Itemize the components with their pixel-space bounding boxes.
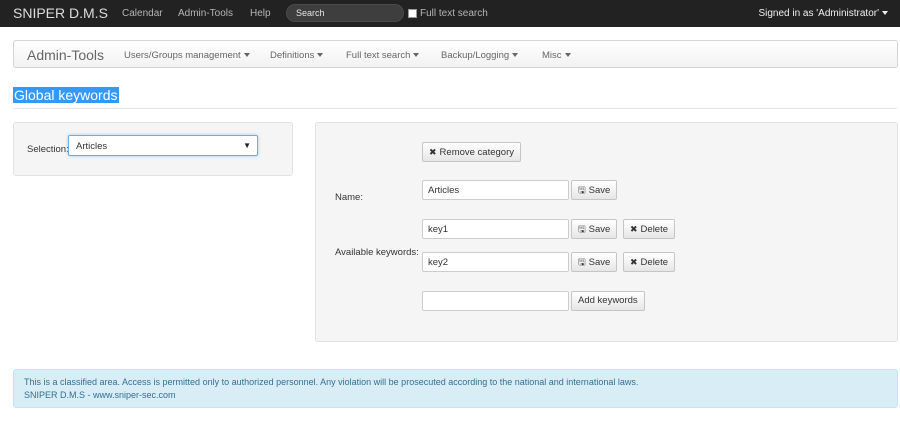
search-input[interactable] <box>286 4 404 22</box>
floppy-disk-icon: 🖫 <box>578 185 586 195</box>
caret-down-icon <box>882 11 888 16</box>
caret-down-icon <box>317 53 324 58</box>
keyword-input-1[interactable] <box>422 219 569 239</box>
x-icon: ✖ <box>630 224 638 234</box>
remove-category-label: Remove category <box>439 147 514 158</box>
nav-link-calendar[interactable]: Calendar <box>122 8 163 19</box>
full-text-search-checkbox[interactable] <box>408 9 417 18</box>
caret-down-icon <box>413 53 420 58</box>
category-select-value: Articles <box>76 141 108 152</box>
classified-notice: This is a classified area. Access is per… <box>13 369 898 408</box>
category-editor-panel: ✖Remove category Name: 🖫Save Available k… <box>315 122 898 342</box>
menu-full-text-search[interactable]: Full text search <box>346 50 420 61</box>
save-label: Save <box>588 224 611 235</box>
caret-down-icon <box>512 53 519 58</box>
triangle-down-icon: ▼ <box>243 141 251 150</box>
category-name-input[interactable] <box>422 180 569 200</box>
available-keywords-label: Available keywords: <box>335 247 419 258</box>
selection-panel: Selection: Articles ▼ <box>13 122 293 176</box>
floppy-disk-icon: 🖫 <box>578 257 586 267</box>
menu-users-groups[interactable]: Users/Groups management <box>124 50 250 61</box>
delete-keyword-1-button[interactable]: ✖ Delete <box>623 219 676 239</box>
x-icon: ✖ <box>429 147 437 157</box>
floppy-disk-icon: 🖫 <box>578 224 586 234</box>
save-keyword-2-button[interactable]: 🖫 Save <box>571 252 618 272</box>
caret-down-icon <box>243 53 250 58</box>
admin-tools-bar: Admin-Tools Users/Groups management Defi… <box>13 40 898 68</box>
title-divider <box>13 108 897 109</box>
delete-label: Delete <box>640 257 669 268</box>
save-name-button[interactable]: 🖫 Save <box>571 180 618 200</box>
nav-link-help[interactable]: Help <box>250 8 271 19</box>
menu-backup-logging[interactable]: Backup/Logging <box>441 50 519 61</box>
footer-credit: SNIPER D.M.S - www.sniper-sec.com <box>24 390 176 400</box>
menu-misc[interactable]: Misc <box>542 50 571 61</box>
delete-label: Delete <box>640 224 669 235</box>
page-title: Global keywords <box>13 87 119 103</box>
top-navbar: SNIPER D.M.S Calendar Admin-Tools Help F… <box>0 0 900 27</box>
name-label: Name: <box>335 192 363 203</box>
menu-label: Definitions <box>270 50 315 61</box>
remove-category-button[interactable]: ✖ Remove category <box>422 142 521 162</box>
menu-label: Full text search <box>346 50 411 61</box>
category-select[interactable]: Articles ▼ <box>68 135 258 156</box>
admin-tools-brand[interactable]: Admin-Tools <box>27 47 104 63</box>
user-menu[interactable]: Signed in as 'Administrator' <box>758 8 888 19</box>
full-text-search-toggle[interactable]: Full text search <box>408 8 488 19</box>
full-text-search-label: Full text search <box>420 8 488 19</box>
x-icon: ✖ <box>630 257 638 267</box>
caret-down-icon <box>564 53 571 58</box>
keyword-input-2[interactable] <box>422 252 569 272</box>
menu-label: Users/Groups management <box>124 50 241 61</box>
signed-in-label: Signed in as 'Administrator' <box>758 8 879 19</box>
menu-label: Misc <box>542 50 562 61</box>
save-label: Save <box>588 185 611 196</box>
delete-keyword-2-button[interactable]: ✖ Delete <box>623 252 676 272</box>
new-keyword-input[interactable] <box>422 291 569 311</box>
save-label: Save <box>588 257 611 268</box>
add-keywords-label: Add keywords <box>578 295 638 306</box>
menu-label: Backup/Logging <box>441 50 510 61</box>
selection-label: Selection: <box>27 144 69 155</box>
add-keywords-button[interactable]: Add keywords <box>571 291 645 311</box>
save-keyword-1-button[interactable]: 🖫 Save <box>571 219 618 239</box>
nav-link-admin-tools[interactable]: Admin-Tools <box>178 8 233 19</box>
notice-text: This is a classified area. Access is per… <box>24 377 639 387</box>
brand-logo[interactable]: SNIPER D.M.S <box>13 5 108 21</box>
menu-definitions[interactable]: Definitions <box>270 50 324 61</box>
